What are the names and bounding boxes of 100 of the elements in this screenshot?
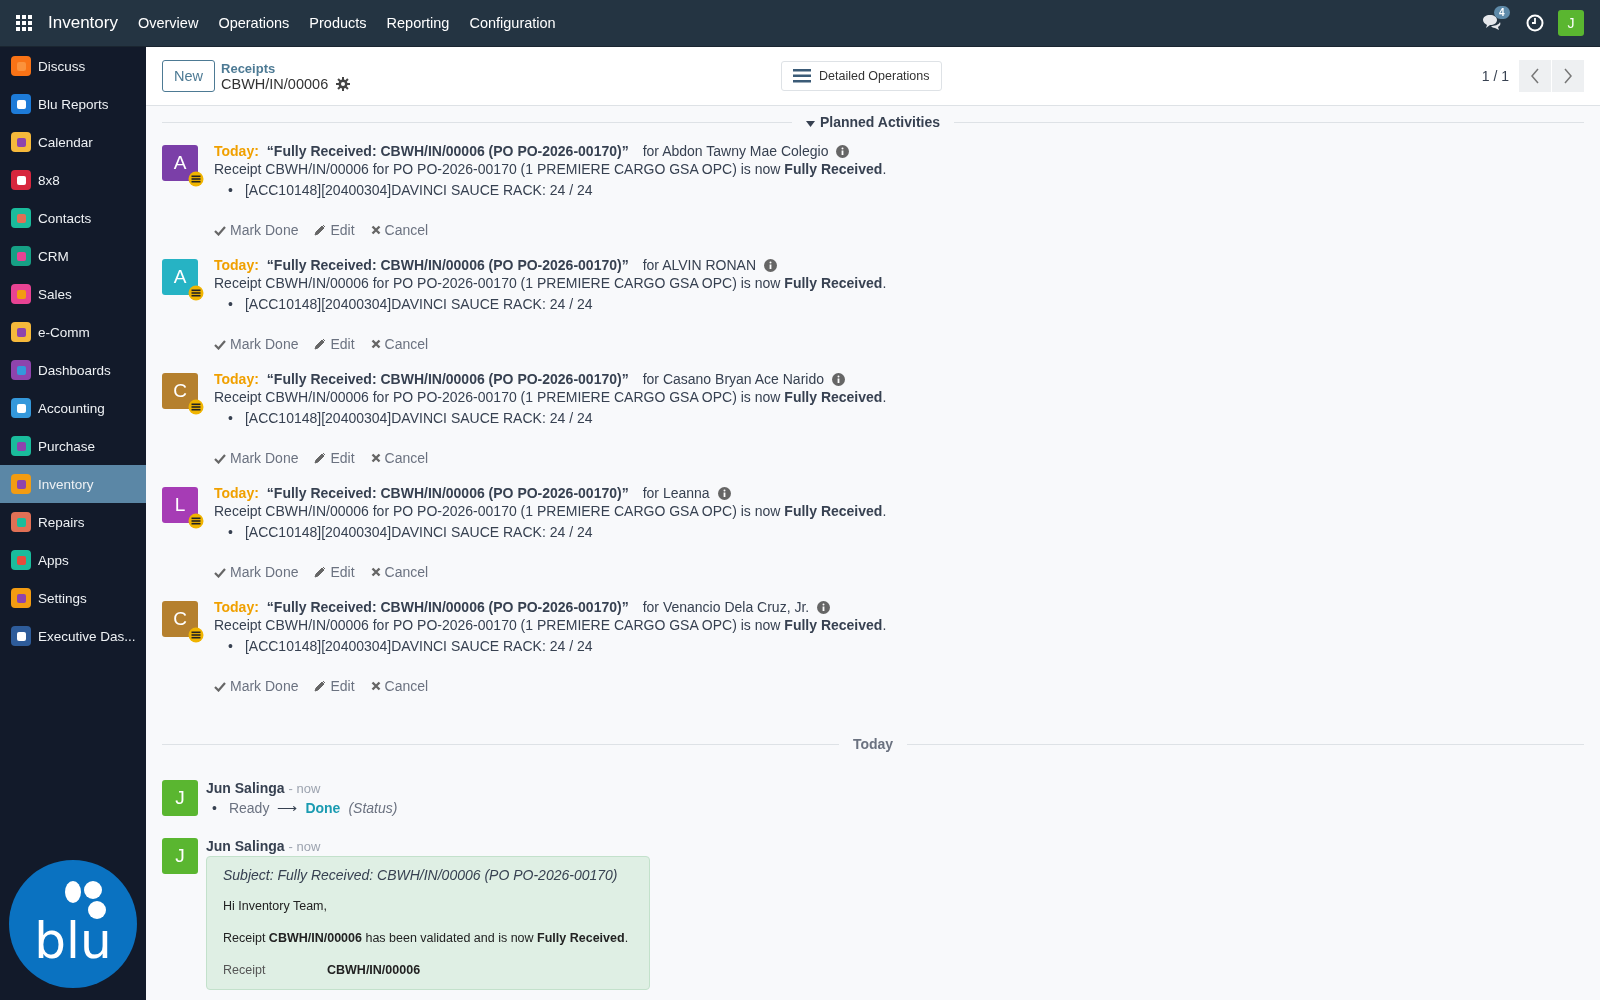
close-icon: [370, 339, 381, 349]
activity-note: Receipt CBWH/IN/00006 for PO PO-2026-00170 (1 PREMIERE CARGO GSA OPC) is now Fully Received.: [214, 274, 887, 292]
app-icon: [10, 625, 32, 647]
activity-action-link[interactable]: Edit: [314, 450, 355, 466]
info-icon[interactable]: [717, 486, 731, 500]
avatar: A: [162, 145, 198, 181]
message-time: - now: [288, 839, 321, 854]
activity-action-link[interactable]: Mark Done: [214, 336, 299, 352]
product-line: [ACC10148][20400304]DAVINCI SAUCE RACK: 24 / 24: [244, 295, 593, 314]
sidebar-item[interactable]: Purchase: [0, 427, 146, 465]
bullet-mark: •: [228, 181, 233, 200]
avatar: L: [162, 487, 198, 523]
clock-icon[interactable]: [1526, 14, 1544, 32]
activity-action-link[interactable]: Cancel: [370, 222, 429, 238]
app-icon: [10, 131, 32, 153]
activity-action-link[interactable]: Cancel: [370, 678, 429, 694]
info-icon[interactable]: [836, 144, 850, 158]
info-icon[interactable]: [817, 600, 831, 614]
bullet-mark: •: [228, 295, 233, 314]
avatar: A: [162, 259, 198, 295]
activity-action-link[interactable]: Mark Done: [214, 564, 299, 580]
chevron-right-icon: [1563, 68, 1573, 84]
list-icon: [793, 69, 811, 83]
sidebar-item[interactable]: Contacts: [0, 199, 146, 237]
pencil-icon: [314, 338, 327, 350]
assignee-text: for Leanna: [642, 485, 710, 501]
next-button[interactable]: [1552, 60, 1584, 92]
activity-type-icon: [188, 627, 204, 643]
app-icon: [10, 397, 32, 419]
table-value: CBWH/IN/00006: [327, 963, 421, 977]
activity-type-icon: [188, 285, 204, 301]
table-label: Receipt: [223, 963, 267, 977]
menu-item[interactable]: Products: [309, 15, 367, 31]
info-icon[interactable]: [764, 258, 777, 272]
activity-note: Receipt CBWH/IN/00006 for PO PO-2026-00170 (1 PREMIERE CARGO GSA OPC) is now Fully Received.: [214, 502, 887, 520]
menu-item[interactable]: Reporting: [386, 15, 450, 31]
activity-action-link[interactable]: Mark Done: [214, 678, 299, 694]
activity-action-link[interactable]: Edit: [314, 678, 355, 694]
menu-item[interactable]: Overview: [137, 15, 199, 31]
sidebar-item[interactable]: Accounting: [0, 389, 146, 427]
chevron-left-icon: [1530, 68, 1540, 84]
message-count-badge: 4: [1494, 5, 1510, 19]
product-line: [ACC10148][20400304]DAVINCI SAUCE RACK: 24 / 24: [244, 409, 593, 428]
activity-action-link[interactable]: Mark Done: [214, 222, 299, 238]
app-name[interactable]: Inventory: [48, 13, 118, 33]
avatar: J: [162, 780, 198, 816]
sidebar-item[interactable]: Dashboards: [0, 351, 146, 389]
app-icon: [10, 93, 32, 115]
due-label: Today:: [214, 143, 259, 159]
product-line: [ACC10148][20400304]DAVINCI SAUCE RACK: 24 / 24: [244, 637, 593, 656]
close-icon: [370, 681, 381, 691]
caret-icon: [805, 121, 815, 127]
sidebar-item[interactable]: Blu Reports: [0, 85, 146, 123]
menu-item[interactable]: Operations: [218, 15, 290, 31]
sidebar-item[interactable]: 8x8: [0, 161, 146, 199]
breadcrumb-link[interactable]: Receipts: [221, 60, 781, 76]
activity-action-link[interactable]: Cancel: [370, 450, 429, 466]
activity-action-link[interactable]: Mark Done: [214, 450, 299, 466]
sidebar-item[interactable]: CRM: [0, 237, 146, 275]
planned-activities-toggle[interactable]: Planned Activities: [805, 114, 941, 130]
app-icon: [10, 473, 32, 495]
new-button[interactable]: New: [162, 60, 215, 92]
detailed-operations-button[interactable]: Detailed Operations: [781, 61, 942, 91]
activity-type-icon: [188, 513, 204, 529]
app-icon: [10, 321, 32, 343]
sidebar-item[interactable]: Sales: [0, 275, 146, 313]
sidebar-item[interactable]: e-Comm: [0, 313, 146, 351]
pager-value: 1 / 1: [1481, 68, 1509, 84]
bullet-mark: •: [228, 409, 233, 428]
activity-action-link[interactable]: Edit: [314, 564, 355, 580]
activity-type-icon: [188, 171, 204, 187]
settings-icon[interactable]: [336, 76, 351, 91]
avatar: C: [162, 373, 198, 409]
apps-menu-icon[interactable]: [16, 15, 32, 31]
sidebar-item[interactable]: Apps: [0, 541, 146, 579]
activity-action-link[interactable]: Edit: [314, 336, 355, 352]
bullet-mark: •: [228, 523, 233, 542]
sidebar-item[interactable]: Settings: [0, 579, 146, 617]
avatar: J: [162, 838, 198, 874]
app-icon: [10, 359, 32, 381]
app-icon: [10, 55, 32, 77]
close-icon: [370, 567, 381, 577]
sidebar-item[interactable]: Calendar: [0, 123, 146, 161]
activity-note: Receipt CBWH/IN/00006 for PO PO-2026-00170 (1 PREMIERE CARGO GSA OPC) is now Fully Received.: [214, 160, 887, 178]
activity-action-link[interactable]: Cancel: [370, 336, 429, 352]
menu-item[interactable]: Configuration: [469, 15, 556, 31]
new-value: Done: [305, 800, 341, 816]
activity-action-link[interactable]: Cancel: [370, 564, 429, 580]
record-name: CBWH/IN/00006: [221, 75, 329, 92]
sidebar-item[interactable]: Repairs: [0, 503, 146, 541]
app-icon: [10, 169, 32, 191]
pencil-icon: [314, 566, 327, 578]
app-icon: [10, 435, 32, 457]
activity-action-link[interactable]: Edit: [314, 222, 355, 238]
checkmark-icon: [214, 680, 226, 692]
sidebar-item[interactable]: Executive Das...: [0, 617, 146, 655]
sidebar-item[interactable]: Discuss: [0, 47, 146, 85]
due-label: Today:: [214, 599, 259, 615]
info-icon[interactable]: [832, 372, 845, 386]
app-icon: [10, 245, 32, 267]
